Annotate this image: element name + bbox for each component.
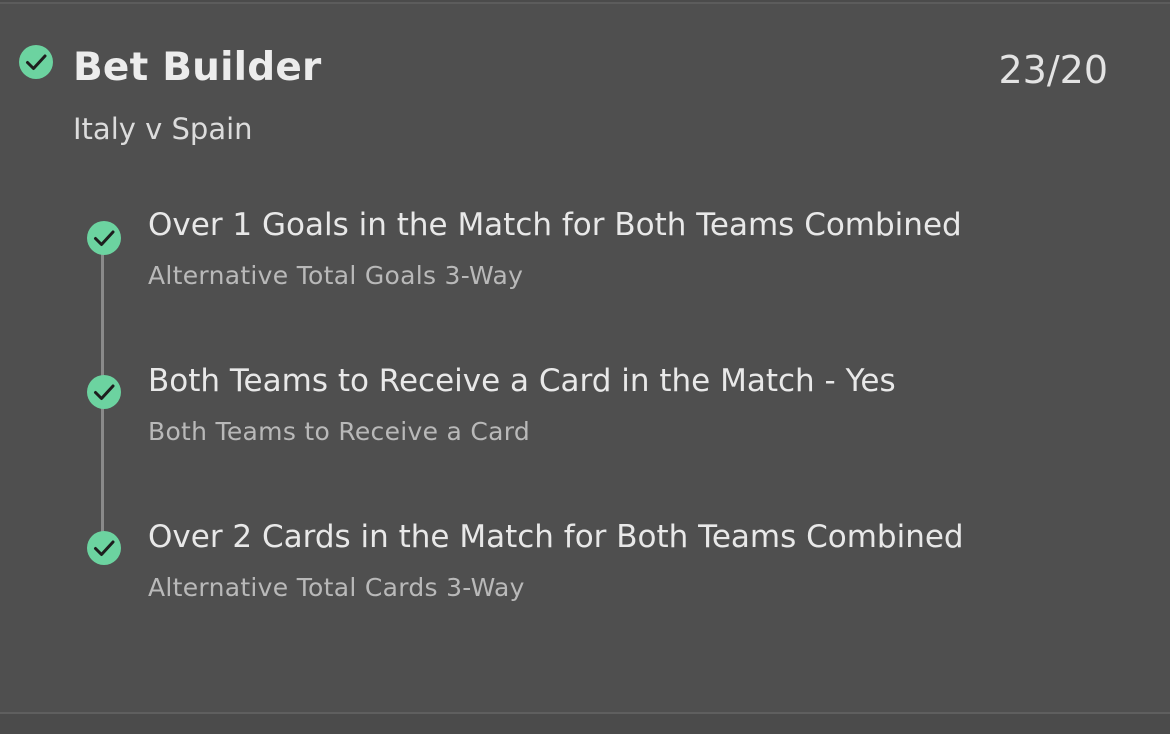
leg-selection: Over 2 Cards in the Match for Both Teams… — [148, 519, 964, 555]
leg-market: Alternative Total Cards 3-Way — [148, 573, 525, 602]
leg-selection: Both Teams to Receive a Card in the Matc… — [148, 363, 896, 399]
bet-leg: Over 1 Goals in the Match for Both Teams… — [0, 202, 1170, 312]
bet-leg: Over 2 Cards in the Match for Both Teams… — [0, 514, 1170, 624]
bet-title: Bet Builder — [73, 45, 322, 90]
bet-builder-card[interactable]: Bet Builder 23/20 Italy v Spain Over 1 G… — [0, 2, 1170, 714]
event-name: Italy v Spain — [73, 112, 253, 146]
check-circle-icon — [87, 531, 121, 565]
leg-market: Alternative Total Goals 3-Way — [148, 261, 524, 290]
check-circle-icon — [19, 45, 53, 79]
bet-leg: Both Teams to Receive a Card in the Matc… — [0, 358, 1170, 468]
check-circle-icon — [87, 375, 121, 409]
check-circle-icon — [87, 221, 121, 255]
bet-odds: 23/20 — [998, 48, 1108, 92]
leg-market: Both Teams to Receive a Card — [148, 417, 531, 446]
leg-selection: Over 1 Goals in the Match for Both Teams… — [148, 207, 962, 243]
